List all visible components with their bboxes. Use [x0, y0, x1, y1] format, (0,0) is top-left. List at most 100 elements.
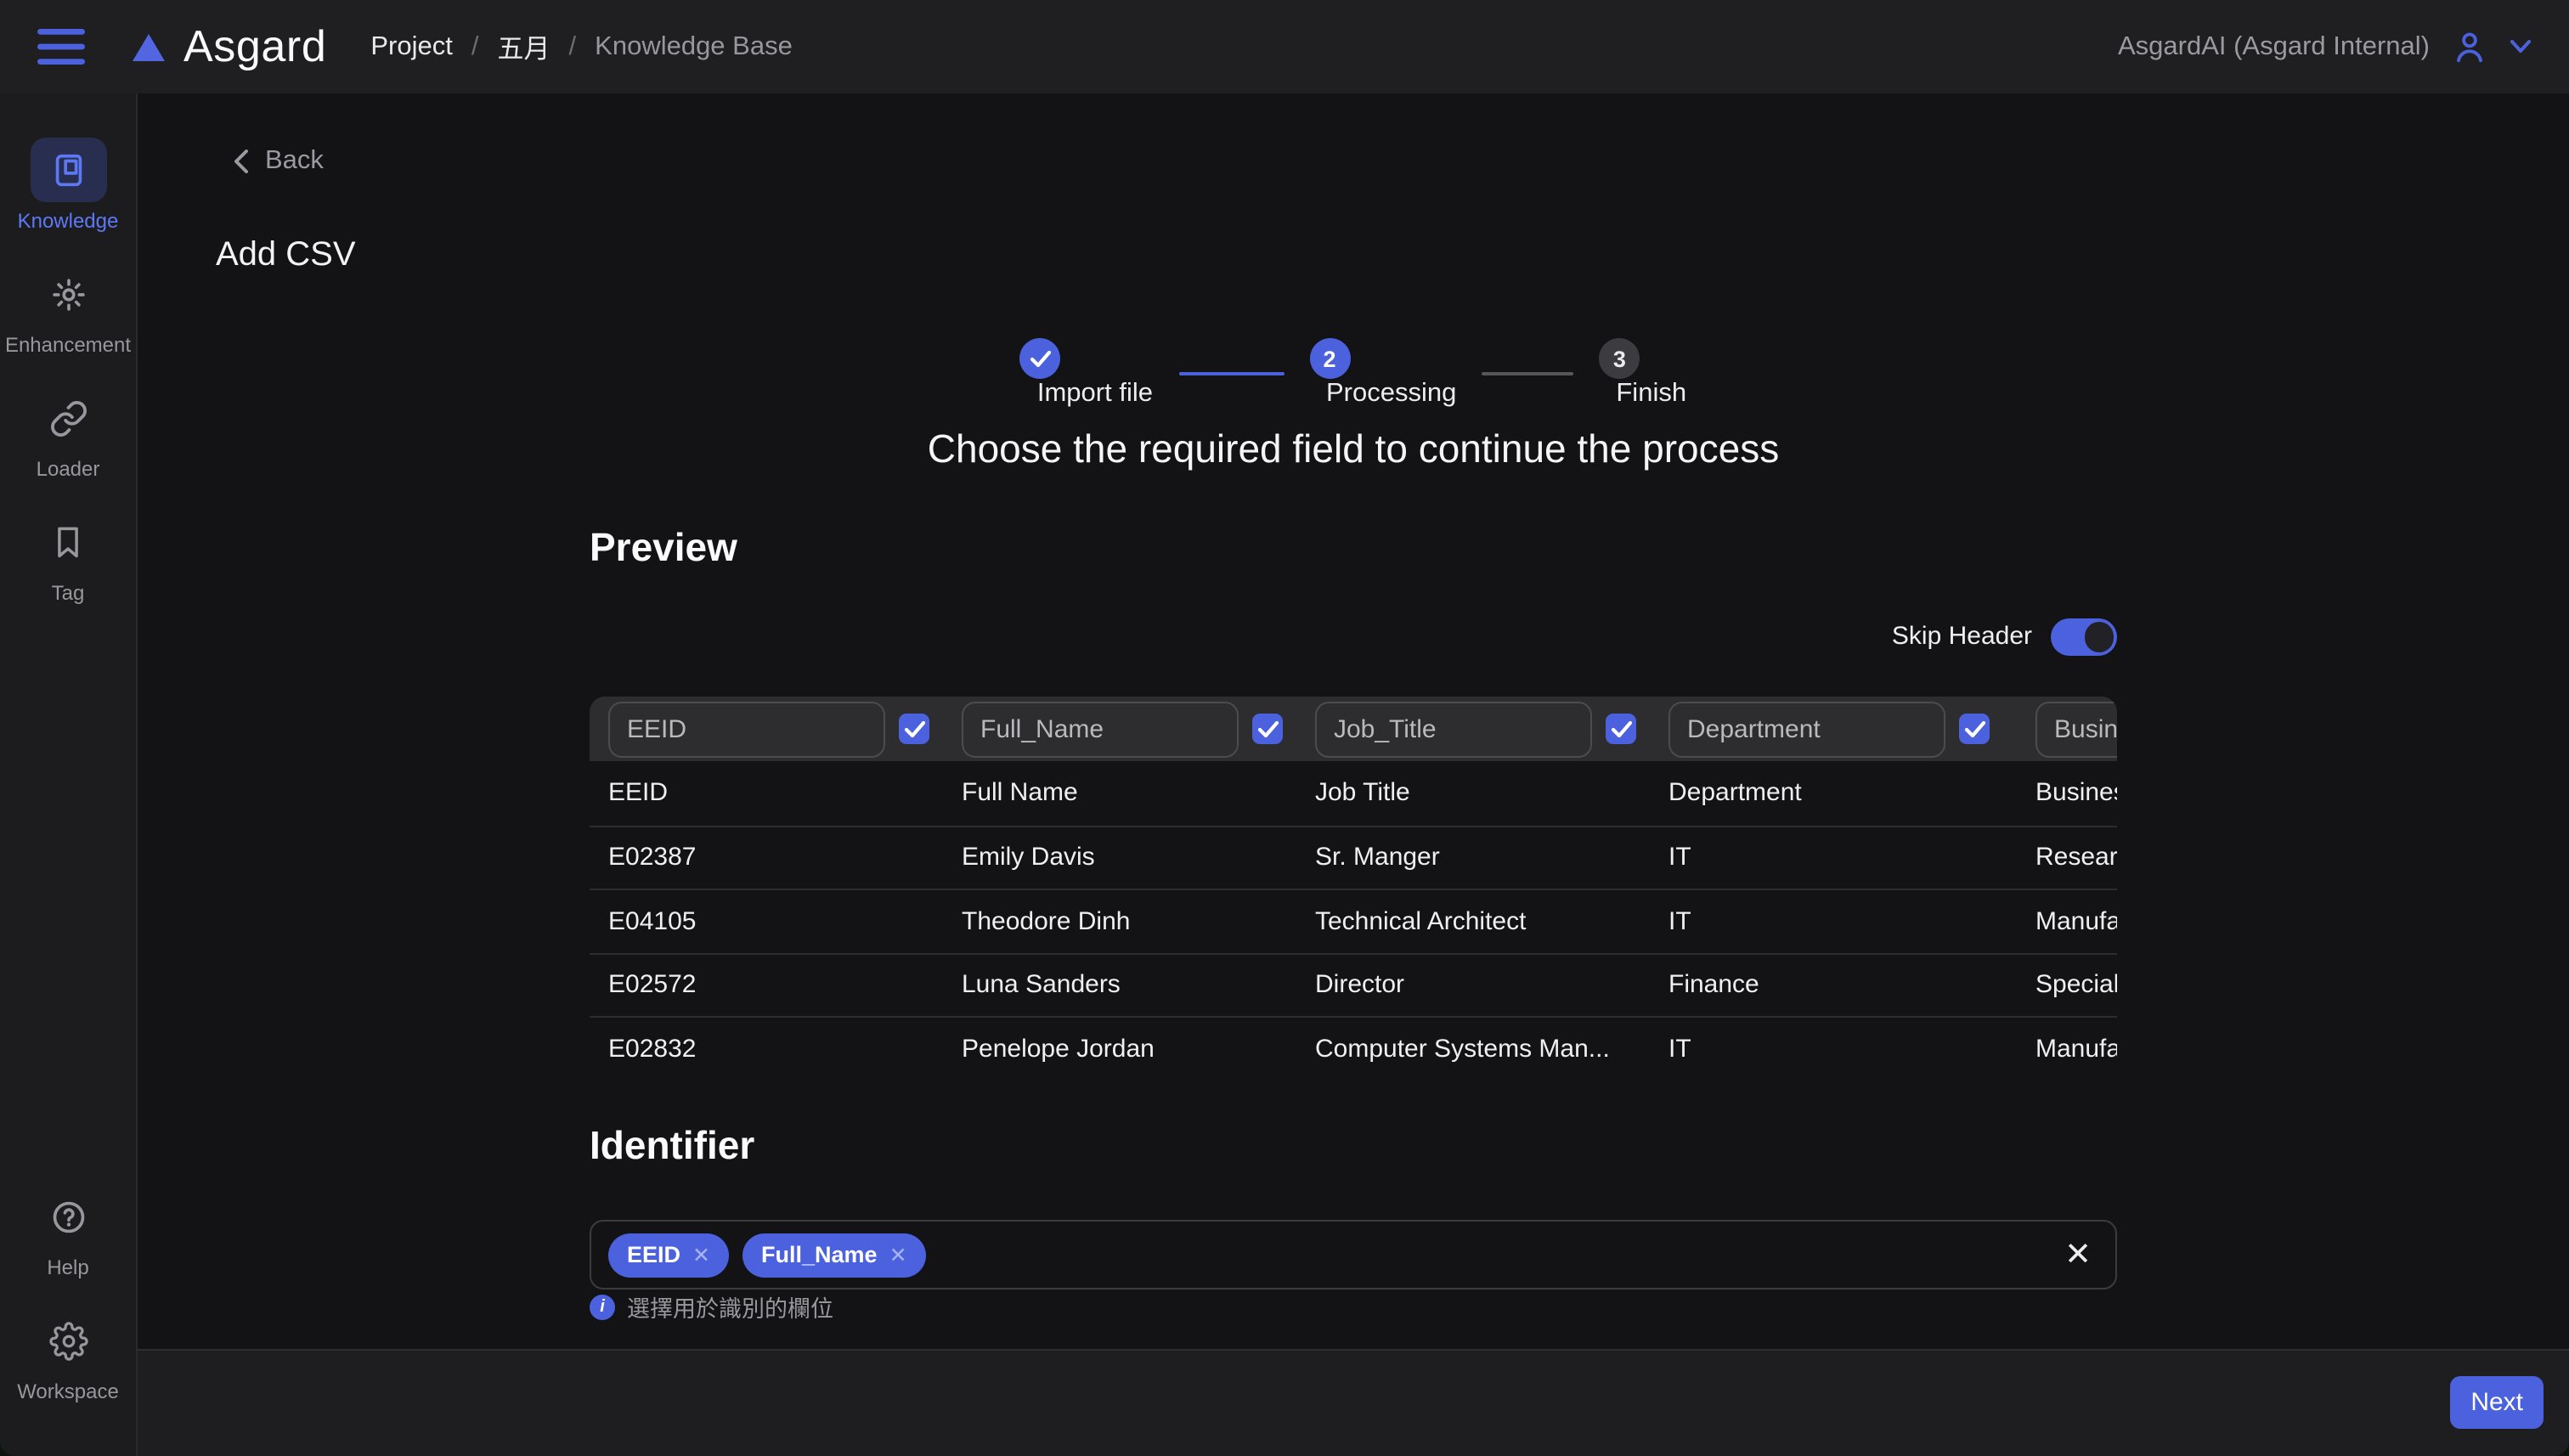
column-field-input[interactable] — [962, 701, 1239, 757]
column-header — [2035, 701, 2117, 757]
table-cell: E02832 — [608, 1035, 962, 1064]
skip-header-toggle[interactable] — [2051, 618, 2117, 655]
skip-header-label: Skip Header — [1892, 623, 2032, 652]
sidebar-item-label: Tag — [52, 581, 85, 605]
column-header — [1315, 701, 1668, 757]
help-icon — [48, 1197, 88, 1236]
table-cell: Full Name — [962, 779, 1315, 808]
identifier-hint-text: 選擇用於識別的欄位 — [627, 1290, 833, 1323]
table-row: E04105Theodore DinhTechnical ArchitectIT… — [590, 889, 2117, 952]
breadcrumb-separator: / — [471, 31, 479, 62]
breadcrumb-item[interactable]: 五月 — [498, 28, 550, 65]
identifier-tag-label: Full_Name — [761, 1242, 878, 1267]
check-icon — [1256, 720, 1279, 738]
sidebar-item-tag[interactable]: Tag — [0, 510, 136, 605]
table-cell: Computer Systems Man... — [1315, 1035, 1668, 1064]
step-number: 2 — [1309, 338, 1350, 379]
table-cell: Manufactu — [2035, 907, 2117, 936]
identifier-tag: EEID ✕ — [608, 1233, 729, 1277]
table-row: E02832Penelope JordanComputer Systems Ma… — [590, 1016, 2117, 1080]
tag-remove-icon[interactable]: ✕ — [692, 1242, 710, 1267]
table-cell: Theodore Dinh — [962, 907, 1315, 936]
user-icon — [2452, 29, 2487, 65]
table-cell: Sr. Manger — [1315, 844, 1668, 872]
table-cell: Manufactu — [2035, 1035, 2117, 1064]
sidebar-item-help[interactable]: Help — [0, 1184, 136, 1279]
info-icon: i — [590, 1294, 615, 1319]
column-field-input[interactable] — [2035, 701, 2117, 757]
table-cell: IT — [1668, 844, 2035, 872]
table-cell: E02387 — [608, 844, 962, 872]
step-number: 3 — [1599, 338, 1640, 379]
back-label: Back — [265, 146, 324, 177]
check-icon — [1610, 720, 1632, 738]
book-icon — [48, 150, 88, 189]
column-header — [1668, 701, 2035, 757]
column-checkbox[interactable] — [899, 714, 929, 744]
skip-header-row: Skip Header — [1892, 618, 2117, 655]
table-cell: Business — [2035, 779, 2117, 808]
table-cell: EEID — [608, 779, 962, 808]
table-cell: Director — [1315, 971, 1668, 1000]
column-field-input[interactable] — [1315, 701, 1592, 757]
table-cell: Job Title — [1315, 779, 1668, 808]
table-cell: E02572 — [608, 971, 962, 1000]
instruction-text: Choose the required field to continue th… — [138, 426, 2569, 472]
sidebar-item-knowledge[interactable]: Knowledge — [0, 138, 136, 233]
hamburger-icon — [37, 29, 88, 65]
table-cell: Finance — [1668, 971, 2035, 1000]
breadcrumb: Project / 五月 / Knowledge Base — [370, 28, 792, 65]
column-checkbox[interactable] — [1252, 714, 1283, 744]
brand[interactable]: Asgard — [133, 20, 326, 73]
breadcrumb-separator: / — [569, 31, 577, 62]
sidebar-item-enhancement[interactable]: Enhancement — [0, 262, 136, 357]
sidebar-item-workspace[interactable]: Workspace — [0, 1308, 136, 1403]
back-button[interactable]: Back — [234, 146, 324, 177]
table-cell: Department — [1668, 779, 2035, 808]
identifier-heading: Identifier — [590, 1123, 754, 1169]
check-icon — [1030, 349, 1052, 368]
enhancement-icon — [48, 274, 88, 313]
stepper-step-label: Import file — [1037, 379, 1153, 408]
app-root: Asgard Project / 五月 / Knowledge Base AsgardA… — [0, 0, 2569, 1456]
main-content: Back Add CSV Import file2Processing3Fini… — [138, 93, 2569, 1349]
account-menu[interactable]: AsgardAI (Asgard Internal) — [2118, 29, 2532, 65]
column-checkbox[interactable] — [1606, 714, 1636, 744]
column-header — [608, 701, 962, 757]
toggle-knob — [2084, 622, 2114, 652]
hamburger-menu-button[interactable] — [37, 29, 88, 65]
app-window: Asgard Project / 五月 / Knowledge Base AsgardA… — [0, 0, 2569, 1456]
column-field-input[interactable] — [1668, 701, 1945, 757]
table-row: E02572Luna SandersDirectorFinanceSpecial… — [590, 952, 2117, 1016]
table-cell: Technical Architect — [1315, 907, 1668, 936]
bookmark-icon — [49, 523, 87, 561]
link-icon — [48, 398, 88, 437]
identifier-tag-label: EEID — [627, 1242, 680, 1267]
sidebar-item-label: Loader — [37, 457, 100, 481]
column-field-input[interactable] — [608, 701, 885, 757]
gear-icon — [48, 1321, 88, 1360]
table-cell: E04105 — [608, 907, 962, 936]
column-checkbox[interactable] — [1959, 714, 1990, 744]
next-button[interactable]: Next — [2450, 1376, 2544, 1429]
identifier-clear-button[interactable]: ✕ — [2064, 1239, 2092, 1271]
identifier-input[interactable]: EEID ✕ Full_Name ✕ ✕ — [590, 1220, 2117, 1290]
identifier-hint: i 選擇用於識別的欄位 — [590, 1290, 833, 1323]
breadcrumb-item[interactable]: Project — [370, 31, 453, 62]
breadcrumb-item[interactable]: Knowledge Base — [595, 31, 793, 62]
page-title: Add CSV — [216, 236, 356, 275]
table-cell: IT — [1668, 907, 2035, 936]
sidebar-item-label: Help — [47, 1256, 88, 1279]
sidebar-bottom: Help Workspace — [0, 1184, 136, 1432]
chevron-down-icon — [2510, 39, 2532, 54]
tag-remove-icon[interactable]: ✕ — [889, 1242, 907, 1267]
column-header — [962, 701, 1315, 757]
footer-bar: Next — [138, 1349, 2569, 1456]
logo-icon — [133, 33, 165, 60]
sidebar-item-loader[interactable]: Loader — [0, 386, 136, 481]
table-cell: Penelope Jordan — [962, 1035, 1315, 1064]
stepper-connector — [1178, 372, 1284, 375]
identifier-tags: EEID ✕ Full_Name ✕ — [608, 1233, 926, 1277]
sidebar-item-label: Enhancement — [5, 333, 131, 357]
table-cell: Luna Sanders — [962, 971, 1315, 1000]
